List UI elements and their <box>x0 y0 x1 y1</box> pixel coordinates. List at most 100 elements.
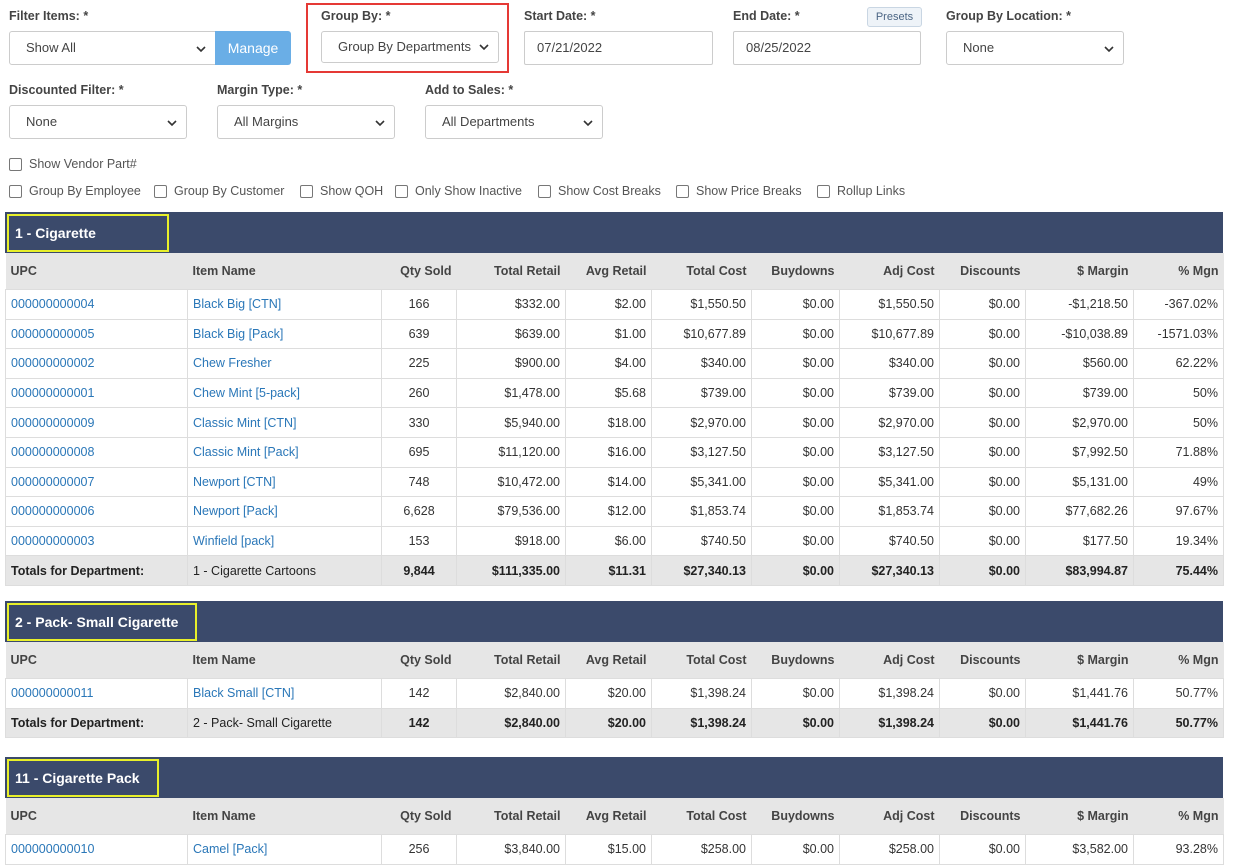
column-header-adj-cost[interactable]: Adj Cost <box>839 642 940 679</box>
column-header-margin[interactable]: $ Margin <box>1025 798 1134 835</box>
item-name-link[interactable]: Black Small [CTN] <box>187 678 382 709</box>
cell-buydowns: $0.00 <box>751 834 840 865</box>
column-header-qty-sold[interactable]: Qty Sold <box>381 253 457 290</box>
column-header-margin-pct[interactable]: % Mgn <box>1133 642 1224 679</box>
margin-type-select[interactable]: All Margins <box>217 105 395 139</box>
column-header-total-retail[interactable]: Total Retail <box>456 642 566 679</box>
upc-link[interactable]: 000000000011 <box>5 678 188 709</box>
item-name-link[interactable]: Black Big [CTN] <box>187 289 382 320</box>
item-name-link[interactable]: Classic Mint [CTN] <box>187 407 382 438</box>
column-header-total-cost[interactable]: Total Cost <box>651 798 752 835</box>
column-header-buydowns[interactable]: Buydowns <box>751 798 840 835</box>
cell-avg-retail: $12.00 <box>565 496 652 527</box>
cell-qty-sold: 260 <box>381 377 457 409</box>
margin-type-label: Margin Type: * <box>217 83 303 97</box>
checkbox-box[interactable] <box>817 184 830 198</box>
end-date-input[interactable]: 08/25/2022 <box>733 31 921 65</box>
column-header-item-name[interactable]: Item Name <box>187 253 382 290</box>
cell-qty-sold: 225 <box>381 348 457 379</box>
checkbox-box[interactable] <box>300 184 313 198</box>
upc-link[interactable]: 000000000001 <box>5 377 188 409</box>
column-header-buydowns[interactable]: Buydowns <box>751 642 840 679</box>
column-header-upc[interactable]: UPC <box>5 253 188 290</box>
checkbox-rollup-links[interactable]: Rollup Links <box>817 184 905 198</box>
column-header-discounts[interactable]: Discounts <box>939 253 1026 290</box>
column-header-avg-retail[interactable]: Avg Retail <box>565 642 652 679</box>
item-name-link[interactable]: Classic Mint [Pack] <box>187 436 382 468</box>
discounted-filter-select[interactable]: None <box>9 105 187 139</box>
upc-link[interactable]: 000000000002 <box>5 348 188 379</box>
column-header-qty-sold[interactable]: Qty Sold <box>381 642 457 679</box>
column-header-qty-sold[interactable]: Qty Sold <box>381 798 457 835</box>
add-to-sales-select[interactable]: All Departments <box>425 105 603 139</box>
column-header-total-retail[interactable]: Total Retail <box>456 253 566 290</box>
checkbox-box[interactable] <box>9 157 22 171</box>
column-header-adj-cost[interactable]: Adj Cost <box>839 253 940 290</box>
presets-button[interactable]: Presets <box>867 7 922 27</box>
column-header-margin-pct[interactable]: % Mgn <box>1133 798 1224 835</box>
column-header-item-name[interactable]: Item Name <box>187 798 382 835</box>
checkbox-only-show-inactive[interactable]: Only Show Inactive <box>395 184 522 198</box>
upc-link[interactable]: 000000000009 <box>5 407 188 438</box>
checkbox-show-vendor-part[interactable]: Show Vendor Part# <box>9 157 137 171</box>
group-by-select[interactable]: Group By Departments <box>321 31 499 63</box>
group-by-location-select[interactable]: None <box>946 31 1124 65</box>
chevron-down-icon <box>479 44 489 51</box>
totals-qty-sold: 9,844 <box>381 555 457 586</box>
column-header-upc[interactable]: UPC <box>5 642 188 679</box>
checkbox-show-price-breaks[interactable]: Show Price Breaks <box>676 184 802 198</box>
checkbox-group-by-employee[interactable]: Group By Employee <box>9 184 141 198</box>
item-name-link[interactable]: Chew Mint [5-pack] <box>187 377 382 409</box>
column-header-margin[interactable]: $ Margin <box>1025 642 1134 679</box>
checkbox-box[interactable] <box>395 184 408 198</box>
column-header-discounts[interactable]: Discounts <box>939 798 1026 835</box>
upc-link[interactable]: 000000000007 <box>5 466 188 498</box>
item-name-link[interactable]: Newport [CTN] <box>187 466 382 498</box>
cell-avg-retail: $18.00 <box>565 407 652 438</box>
checkbox-show-qoh[interactable]: Show QOH <box>300 184 383 198</box>
upc-link[interactable]: 000000000006 <box>5 496 188 527</box>
cell-adj-cost: $1,398.24 <box>839 678 940 709</box>
checkbox-label: Rollup Links <box>837 184 906 198</box>
checkbox-box[interactable] <box>9 184 22 198</box>
item-name-link[interactable]: Camel [Pack] <box>187 834 382 865</box>
column-header-total-cost[interactable]: Total Cost <box>651 642 752 679</box>
upc-link[interactable]: 000000000008 <box>5 436 188 468</box>
department-totals-row: Totals for Department: 2 - Pack- Small Ci… <box>5 707 1224 739</box>
checkbox-show-cost-breaks[interactable]: Show Cost Breaks <box>538 184 661 198</box>
column-header-buydowns[interactable]: Buydowns <box>751 253 840 290</box>
column-header-discounts[interactable]: Discounts <box>939 642 1026 679</box>
cell-margin: $77,682.26 <box>1025 496 1134 527</box>
checkbox-box[interactable] <box>676 184 689 198</box>
cell-total-cost: $740.50 <box>651 525 752 557</box>
column-header-adj-cost[interactable]: Adj Cost <box>839 798 940 835</box>
column-header-total-retail[interactable]: Total Retail <box>456 798 566 835</box>
item-name-link[interactable]: Chew Fresher <box>187 348 382 379</box>
upc-link[interactable]: 000000000005 <box>5 318 188 350</box>
column-header-item-name[interactable]: Item Name <box>187 642 382 679</box>
column-header-margin[interactable]: $ Margin <box>1025 253 1134 290</box>
manage-button[interactable]: Manage <box>215 31 291 65</box>
item-name-link[interactable]: Black Big [Pack] <box>187 318 382 350</box>
filter-items-select[interactable]: Show All <box>9 31 216 65</box>
checkbox-group-by-customer[interactable]: Group By Customer <box>154 184 284 198</box>
column-header-avg-retail[interactable]: Avg Retail <box>565 253 652 290</box>
totals-total-cost: $27,340.13 <box>651 555 752 586</box>
checkbox-box[interactable] <box>538 184 551 198</box>
upc-link[interactable]: 000000000004 <box>5 289 188 320</box>
column-header-upc[interactable]: UPC <box>5 798 188 835</box>
column-header-total-cost[interactable]: Total Cost <box>651 253 752 290</box>
filter-items-value: Show All <box>26 40 76 55</box>
column-header-avg-retail[interactable]: Avg Retail <box>565 798 652 835</box>
item-name-link[interactable]: Newport [Pack] <box>187 496 382 527</box>
upc-link[interactable]: 000000000010 <box>5 834 188 865</box>
group-by-location-label: Group By Location: * <box>946 9 1071 23</box>
checkbox-box[interactable] <box>154 184 167 198</box>
item-name-link[interactable]: Winfield [pack] <box>187 525 382 557</box>
checkbox-label: Show Vendor Part# <box>29 157 137 171</box>
cell-adj-cost: $258.00 <box>839 834 940 865</box>
column-header-margin-pct[interactable]: % Mgn <box>1133 253 1224 290</box>
upc-link[interactable]: 000000000003 <box>5 525 188 557</box>
cell-discounts: $0.00 <box>939 496 1026 527</box>
start-date-input[interactable]: 07/21/2022 <box>524 31 713 65</box>
